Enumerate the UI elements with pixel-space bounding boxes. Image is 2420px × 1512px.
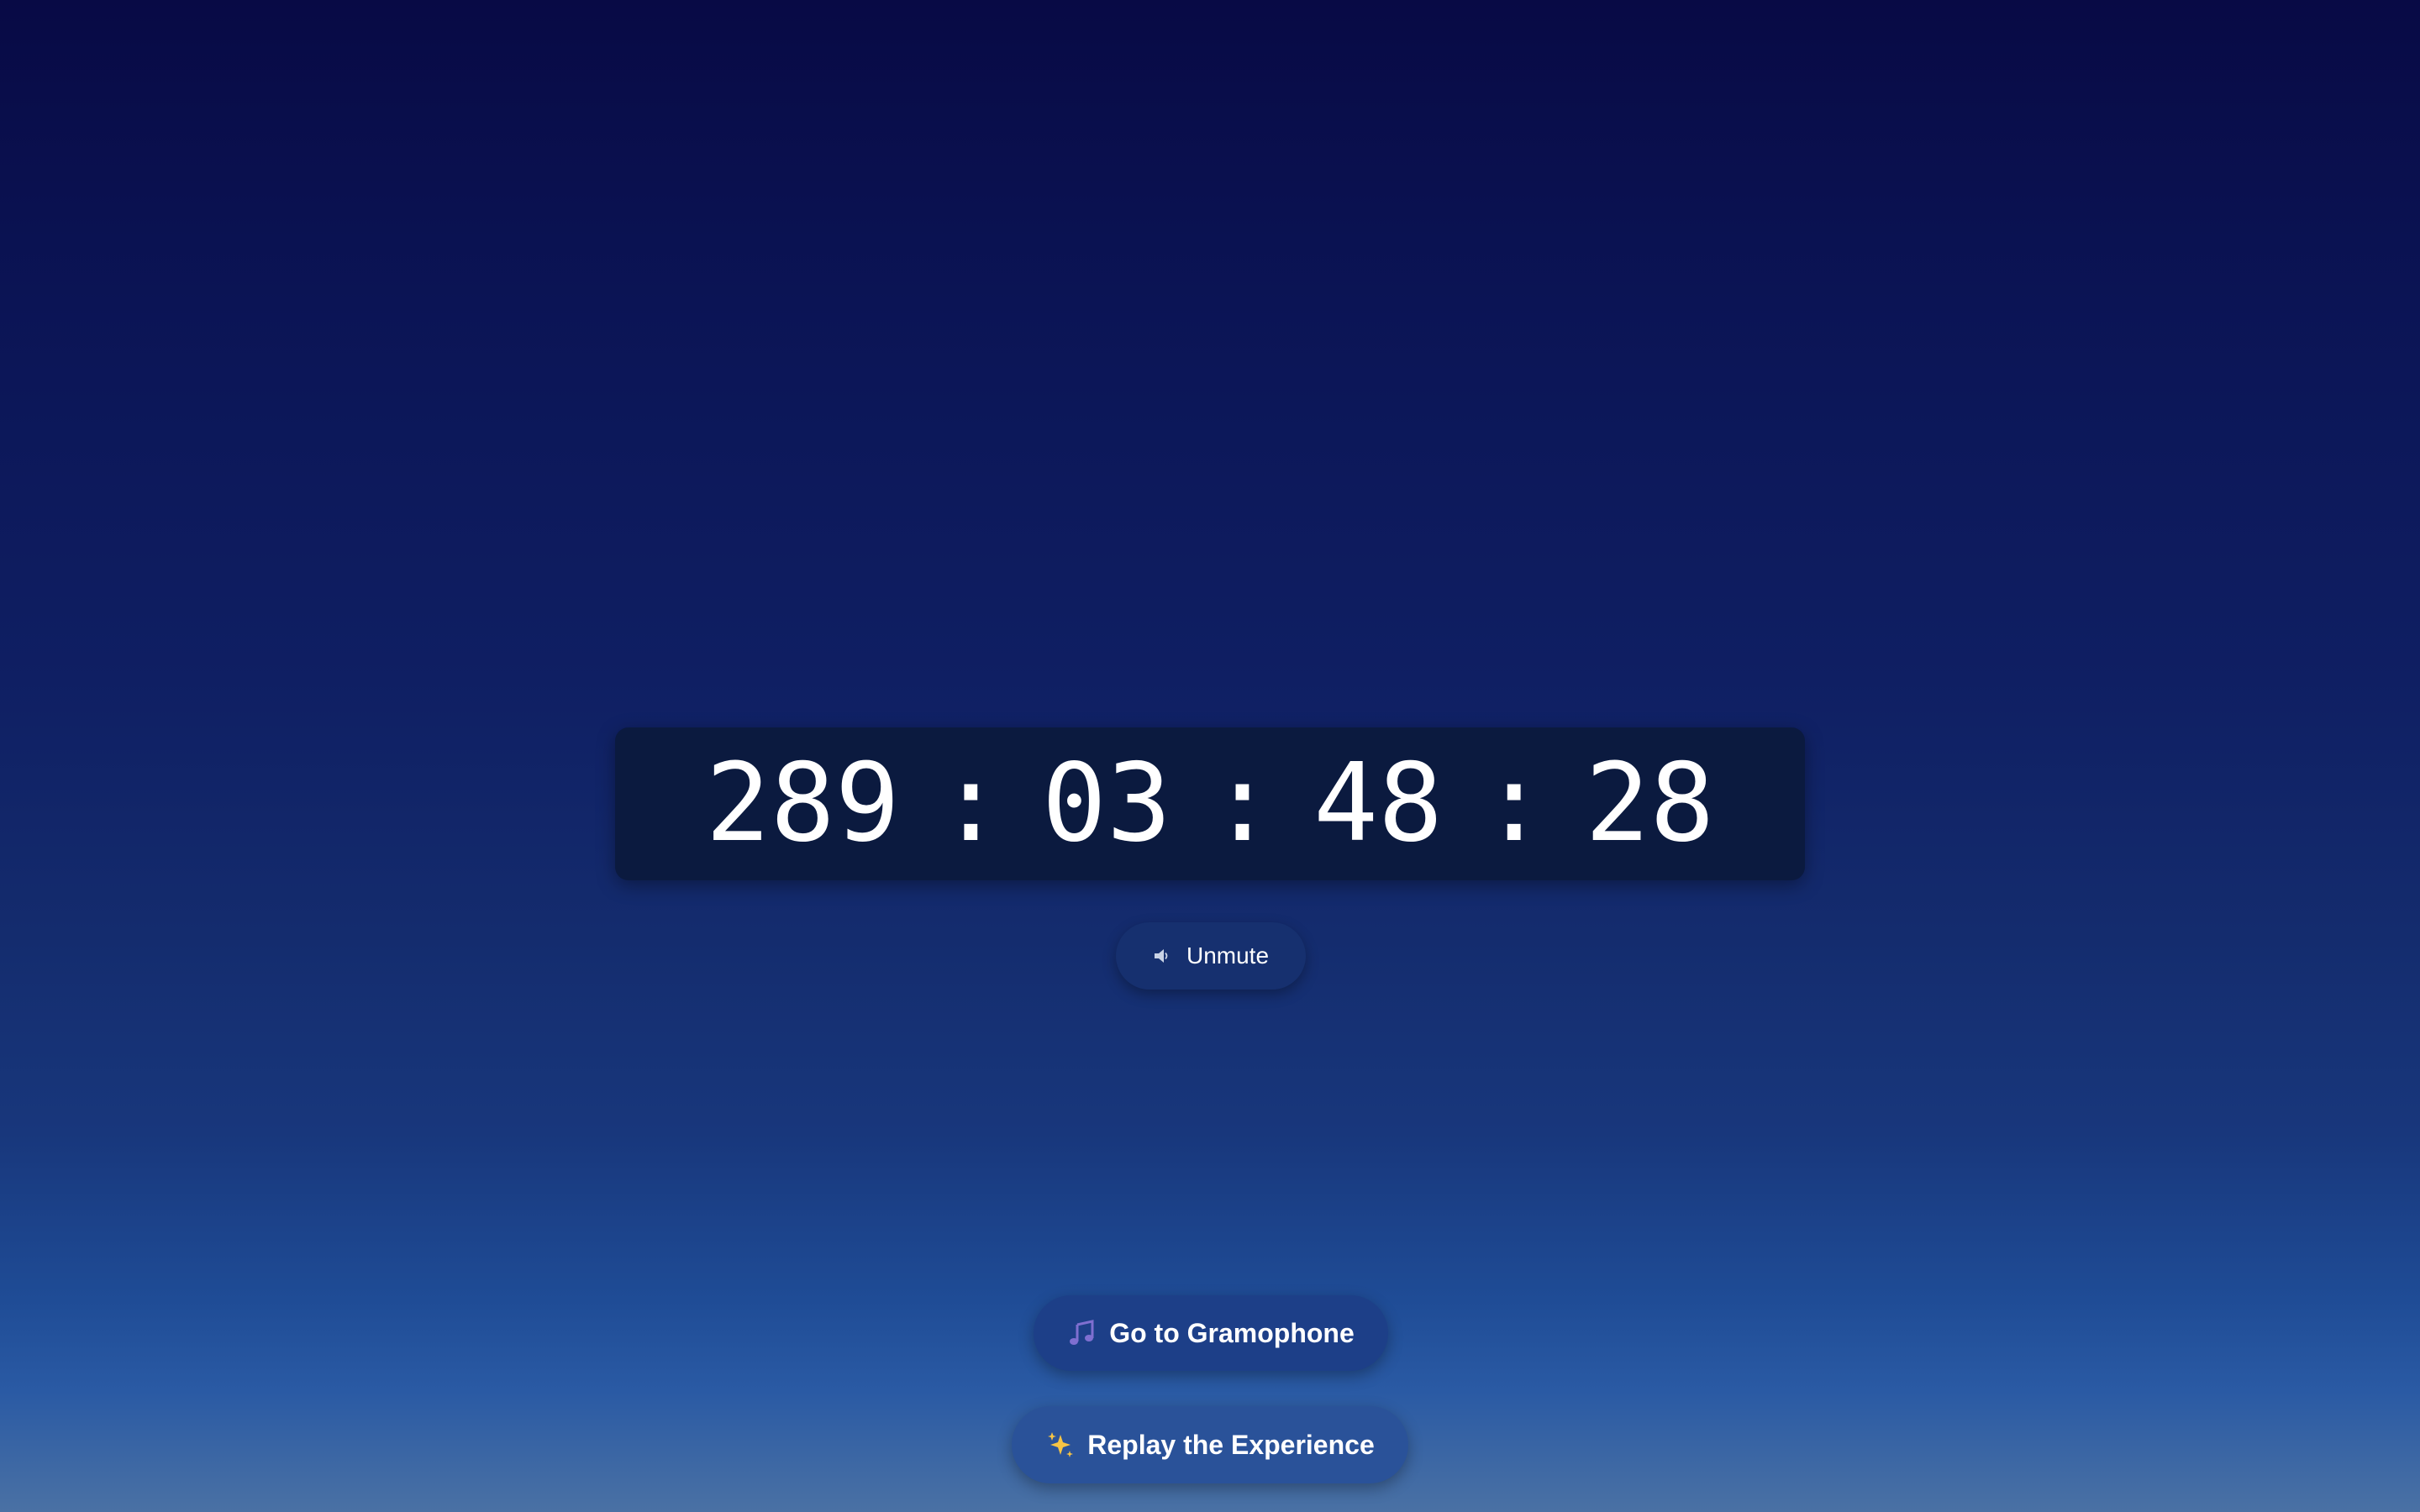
unmute-button[interactable]: Unmute xyxy=(1116,922,1306,990)
music-note-icon xyxy=(1067,1318,1097,1348)
countdown-separator: : xyxy=(938,741,1003,866)
gramophone-label: Go to Gramophone xyxy=(1109,1317,1355,1348)
countdown-seconds: 28 xyxy=(1585,741,1715,866)
countdown-hours: 03 xyxy=(1041,741,1171,866)
sparkles-icon xyxy=(1045,1430,1076,1460)
countdown-separator: : xyxy=(1481,741,1547,866)
countdown-timer: 289 : 03 : 48 : 28 xyxy=(615,727,1805,880)
countdown-minutes: 48 xyxy=(1313,741,1444,866)
unmute-label: Unmute xyxy=(1186,942,1270,969)
speaker-icon xyxy=(1153,947,1171,965)
go-to-gramophone-button[interactable]: Go to Gramophone xyxy=(1034,1295,1388,1371)
replay-label: Replay the Experience xyxy=(1087,1429,1375,1460)
countdown-days: 289 xyxy=(705,741,900,866)
countdown-separator: : xyxy=(1210,741,1276,866)
replay-experience-button[interactable]: Replay the Experience xyxy=(1012,1406,1408,1483)
